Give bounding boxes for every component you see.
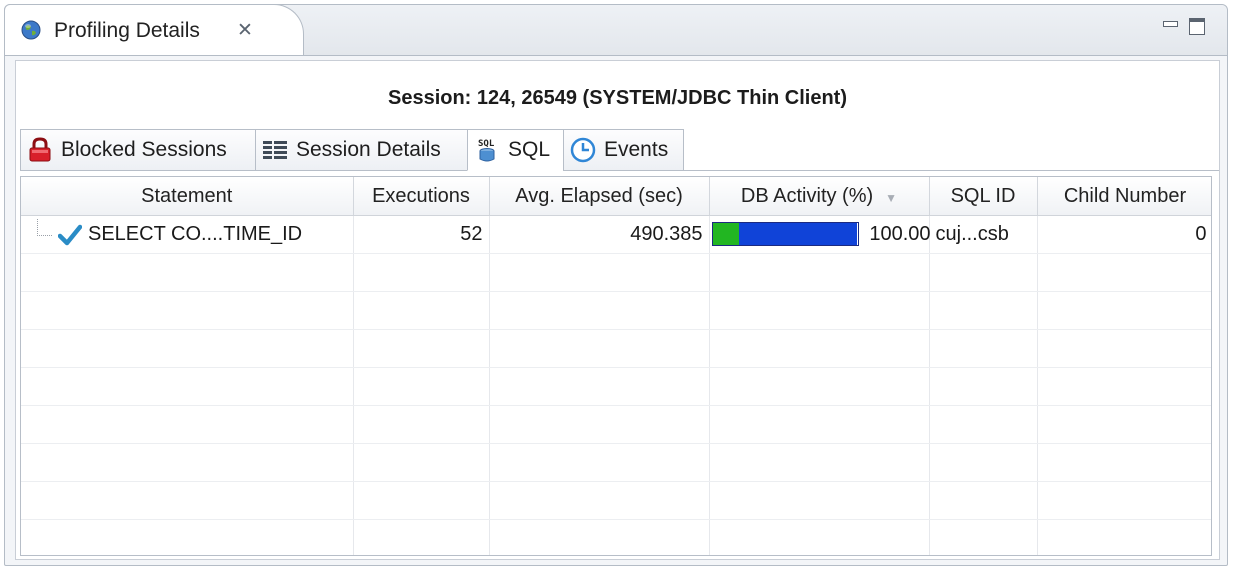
profiling-details-view: Profiling Details ✕ Session: 124, 26549 … — [4, 4, 1228, 566]
child-number-cell: 0 — [1037, 215, 1211, 254]
column-header-avg-elapsed[interactable]: Avg. Elapsed (sec) — [489, 177, 710, 216]
view-content: Session: 124, 26549 (SYSTEM/JDBC Thin Cl… — [15, 60, 1220, 560]
statement-text: SELECT CO....TIME_ID — [88, 223, 303, 245]
blocked-sessions-icon — [29, 137, 51, 162]
column-header-child-number[interactable]: Child Number — [1037, 177, 1211, 216]
table-row — [21, 443, 1211, 482]
tab-label: SQL — [508, 138, 551, 161]
activity-segment-cpu — [712, 223, 739, 245]
tab-label: Session Details — [296, 138, 441, 161]
globe-icon — [21, 20, 41, 40]
close-icon[interactable]: ✕ — [237, 19, 253, 42]
tab-sql[interactable]: SQL SQL — [467, 129, 563, 171]
minimize-icon[interactable] — [1163, 18, 1178, 32]
tab-label: Events — [604, 138, 669, 161]
sql-table: Statement Executions Avg. Elapsed (sec) … — [20, 176, 1212, 556]
db-activity-value: 100.00 — [869, 223, 931, 245]
sql-icon: SQL — [478, 139, 495, 162]
table-row — [21, 291, 1211, 330]
column-header-sql-id[interactable]: SQL ID — [929, 177, 1038, 216]
table-row — [21, 253, 1211, 292]
column-header-statement[interactable]: Statement — [21, 177, 354, 216]
executions-cell: 52 — [353, 215, 490, 254]
svg-text:SQL: SQL — [478, 139, 495, 149]
sort-descending-icon: ▼ — [885, 190, 898, 205]
events-clock-icon — [570, 137, 596, 163]
maximize-icon[interactable] — [1189, 18, 1205, 35]
table-row — [21, 481, 1211, 520]
session-title: Session: 124, 26549 (SYSTEM/JDBC Thin Cl… — [387, 87, 847, 109]
view-title: Profiling Details — [54, 19, 200, 42]
tree-connector — [37, 219, 52, 237]
db-activity-cell: 100.00 — [709, 215, 931, 254]
view-tab-strip: Profiling Details ✕ — [4, 4, 1227, 56]
table-row — [21, 519, 1211, 555]
session-details-icon — [263, 141, 287, 159]
table-row — [21, 405, 1211, 444]
tab-events[interactable]: Events — [563, 129, 684, 171]
table-row[interactable]: SELECT CO....TIME_ID 52 490.385 100.00 c… — [21, 215, 1211, 254]
tab-blocked-sessions[interactable]: Blocked Sessions — [20, 129, 255, 171]
table-header-row: Statement Executions Avg. Elapsed (sec) … — [21, 177, 1211, 216]
activity-segment-wait — [738, 223, 858, 245]
avg-elapsed-cell: 490.385 — [489, 215, 710, 254]
statement-cell[interactable]: SELECT CO....TIME_ID — [21, 215, 354, 254]
db-activity-bar — [711, 222, 859, 246]
tab-session-details[interactable]: Session Details — [255, 129, 467, 171]
profiling-details-tab[interactable]: Profiling Details ✕ — [4, 4, 304, 55]
sql-id-cell[interactable]: cuj...csb — [929, 215, 1038, 254]
column-header-db-activity[interactable]: DB Activity (%) ▼ — [709, 177, 930, 216]
column-header-executions[interactable]: Executions — [353, 177, 490, 216]
tab-divider — [684, 170, 1219, 171]
column-header-label: DB Activity (%) — [740, 184, 874, 207]
detail-tabs: Blocked Sessions Session Details SQL SQL… — [20, 129, 684, 171]
table-row — [21, 367, 1211, 406]
checkmark-icon — [58, 224, 82, 245]
tab-label: Blocked Sessions — [61, 138, 227, 161]
table-row — [21, 329, 1211, 368]
